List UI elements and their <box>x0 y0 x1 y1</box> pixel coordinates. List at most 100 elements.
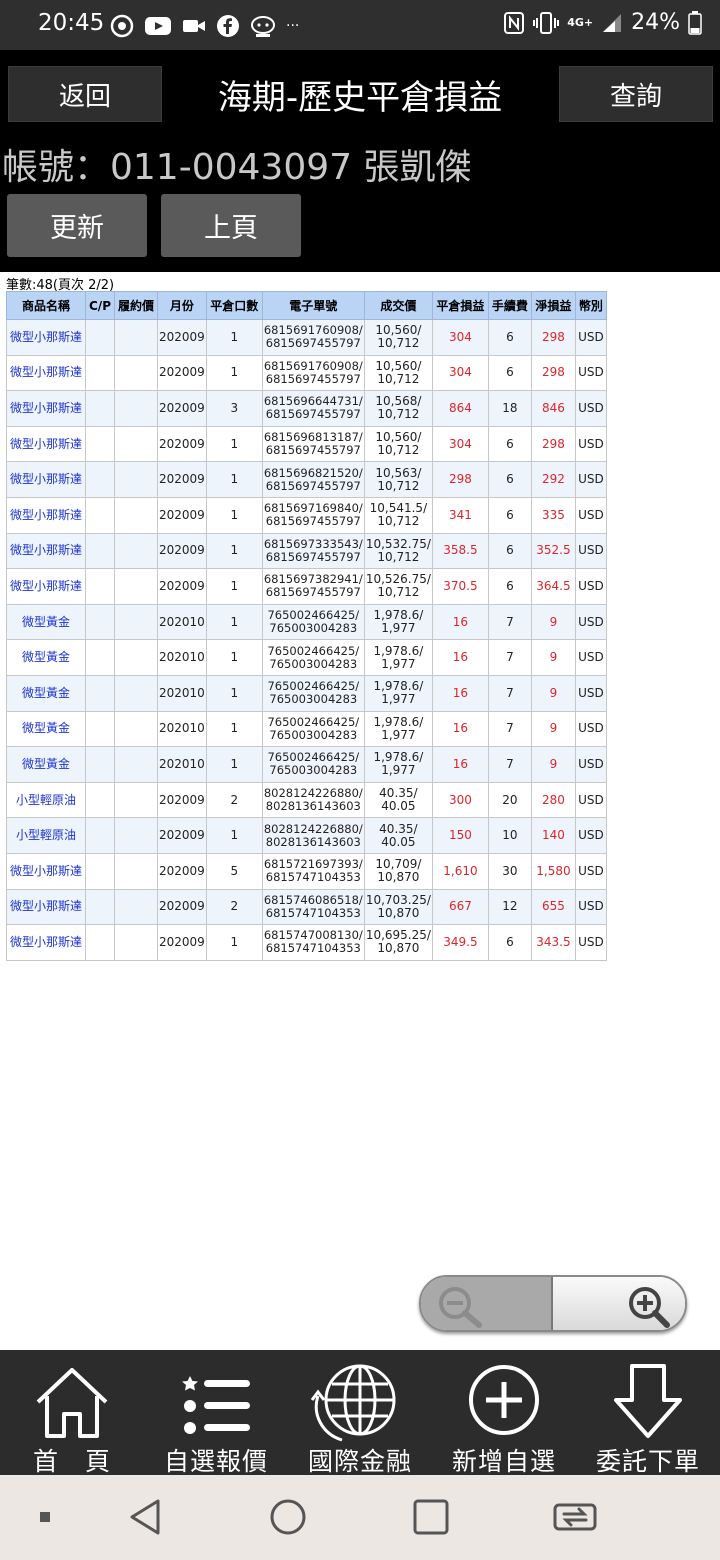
cell-fee: 6 <box>487 532 532 570</box>
cell-order-number: 8028124226880/8028136143603 <box>261 817 365 854</box>
nav-add-watchlist[interactable]: 新增自選 <box>432 1350 576 1476</box>
cell-fee: 6 <box>487 425 532 463</box>
trade-price-close: 10,712 <box>377 443 420 458</box>
order-number-close: 765003004283 <box>269 763 358 778</box>
cell-closed-qty: 1 <box>205 532 263 570</box>
table-row[interactable]: 微型小那斯達 202009 2 6815746086518/6815747104353… <box>6 888 607 926</box>
table-row[interactable]: 微型小那斯達 202009 1 6815696813187/6815697455797… <box>6 425 607 463</box>
table-row[interactable]: 微型黃金 202010 1 765002466425/765003004283 1,97… <box>6 603 607 641</box>
cell-order-number: 6815747008130/6815747104353 <box>261 924 365 961</box>
column-header: 平倉損益 <box>431 291 489 320</box>
cell-fee: 10 <box>487 817 532 854</box>
cell-product-name: 微型小那斯達 <box>6 354 86 392</box>
recents-icon[interactable] <box>411 1497 451 1537</box>
cell-net-pnl: 343.5 <box>530 924 576 961</box>
table-row[interactable]: 微型黃金 202010 1 765002466425/765003004283 1,97… <box>6 674 607 712</box>
table-row[interactable]: 微型小那斯達 202009 1 6815747008130/6815747104353… <box>6 924 607 961</box>
trade-price-open: 1,978.6/ <box>373 714 424 729</box>
order-number-open: 765002466425/ <box>267 643 360 658</box>
zoom-in-button[interactable] <box>553 1277 685 1330</box>
cell-closed-pnl: 16 <box>431 603 489 641</box>
cell-trade-price: 40.35/40.05 <box>363 781 433 819</box>
trade-price-open: 10,560/ <box>375 358 422 373</box>
table-row[interactable]: 微型黃金 202010 1 765002466425/765003004283 1,97… <box>6 746 607 783</box>
table-body: 微型小那斯達 202009 1 6815691760908/6815697455797… <box>6 319 607 961</box>
trade-price-open: 10,703.25/ <box>365 892 431 907</box>
table-row[interactable]: 微型小那斯達 202009 1 6815691760908/6815697455797… <box>6 319 607 356</box>
cell-call-put <box>85 425 115 463</box>
table-row[interactable]: 小型輕原油 202009 2 8028124226880/8028136143603 4… <box>6 781 607 819</box>
order-number-open: 6815697333543/ <box>263 536 363 551</box>
table-row[interactable]: 微型小那斯達 202009 5 6815721697393/6815747104353… <box>6 852 607 890</box>
cell-month: 202009 <box>157 852 207 890</box>
back-button[interactable]: 返回 <box>8 66 162 122</box>
cell-closed-qty: 2 <box>205 888 263 926</box>
closed-position-pnl-table: 商品名稱 C/P 履約價 月份 平倉口數 電子單號 成交價 平倉損益 手續費 淨損益 幣別 微型小那… <box>6 291 607 961</box>
cell-product-name: 微型小那斯達 <box>6 852 86 890</box>
table-row[interactable]: 微型小那斯達 202009 3 6815696644731/6815697455797… <box>6 390 607 427</box>
home-circle-icon[interactable] <box>268 1497 308 1537</box>
zoom-out-button[interactable] <box>421 1277 554 1330</box>
cell-month: 202010 <box>157 674 207 712</box>
table-row[interactable]: 小型輕原油 202009 1 8028124226880/8028136143603 4… <box>6 817 607 854</box>
menu-dot-icon[interactable] <box>26 1497 66 1537</box>
order-number-open: 6815696821520/ <box>263 465 363 480</box>
cell-trade-price: 10,560/10,712 <box>363 319 433 356</box>
cell-strike-price <box>114 852 158 890</box>
rotate-icon[interactable] <box>552 1497 598 1537</box>
query-button[interactable]: 查詢 <box>559 66 713 122</box>
table-row[interactable]: 微型小那斯達 202009 1 6815697382941/6815697455797… <box>6 568 607 605</box>
cell-month: 202010 <box>157 639 207 676</box>
zoom-in-icon <box>629 1287 670 1328</box>
cell-strike-price <box>114 639 158 676</box>
page-title: 海期-歷史平倉損益 <box>217 78 503 118</box>
table-row[interactable]: 微型小那斯達 202009 1 6815697333543/6815697455797… <box>6 532 607 570</box>
table-row[interactable]: 微型小那斯達 202009 1 6815691760908/6815697455797… <box>6 354 607 392</box>
cell-order-number: 765002466425/765003004283 <box>261 639 365 676</box>
nfc-icon <box>504 11 525 34</box>
cell-product-name: 微型黃金 <box>6 746 86 783</box>
nav-watchlist-quotes[interactable]: 自選報價 <box>144 1350 288 1476</box>
cell-product-name: 微型小那斯達 <box>6 390 86 427</box>
cell-strike-price <box>114 603 158 641</box>
column-header: 電子單號 <box>261 291 365 320</box>
trade-price-close: 1,977 <box>381 692 416 707</box>
order-number-close: 765003004283 <box>269 727 358 742</box>
table-row[interactable]: 微型黃金 202010 1 765002466425/765003004283 1,97… <box>6 710 607 748</box>
table-row[interactable]: 微型小那斯達 202009 1 6815697169840/6815697455797… <box>6 496 607 534</box>
cell-month: 202009 <box>157 319 207 356</box>
back-icon[interactable] <box>126 1497 166 1537</box>
cell-net-pnl: 9 <box>530 746 576 783</box>
cell-fee: 18 <box>487 390 532 427</box>
status-time: 20:45 <box>38 10 105 36</box>
trade-price-close: 10,712 <box>377 371 420 386</box>
cell-month: 202009 <box>157 354 207 392</box>
cell-product-name: 微型小那斯達 <box>6 461 86 498</box>
cell-order-number: 6815696821520/6815697455797 <box>261 461 365 498</box>
cell-strike-price <box>114 924 158 961</box>
cell-order-number: 6815696813187/6815697455797 <box>261 425 365 463</box>
table-row[interactable]: 微型黃金 202010 1 765002466425/765003004283 1,97… <box>6 639 607 676</box>
nav-international-finance[interactable]: 國際金融 <box>288 1350 432 1476</box>
order-number-close: 6815697455797 <box>265 336 361 351</box>
previous-page-button[interactable]: 上頁 <box>161 194 301 257</box>
app-icon <box>251 16 275 37</box>
column-header: 平倉口數 <box>205 291 263 320</box>
nav-home[interactable]: 首 頁 <box>0 1350 144 1476</box>
cell-closed-qty: 1 <box>205 710 263 748</box>
trade-price-open: 1,978.6/ <box>373 643 424 658</box>
cell-currency: USD <box>574 674 607 712</box>
trade-price-close: 40.05 <box>381 799 416 814</box>
table-row[interactable]: 微型小那斯達 202009 1 6815696821520/6815697455797… <box>6 461 607 498</box>
cell-month: 202009 <box>157 781 207 819</box>
order-number-close: 8028136143603 <box>265 834 361 849</box>
refresh-button[interactable]: 更新 <box>7 194 147 257</box>
cell-net-pnl: 298 <box>530 425 576 463</box>
nav-place-order[interactable]: 委託下單 <box>576 1350 720 1476</box>
cell-closed-pnl: 16 <box>431 710 489 748</box>
cell-net-pnl: 280 <box>530 781 576 819</box>
cell-net-pnl: 140 <box>530 817 576 854</box>
cell-month: 202010 <box>157 710 207 748</box>
cell-fee: 6 <box>487 354 532 392</box>
cell-closed-qty: 1 <box>205 461 263 498</box>
